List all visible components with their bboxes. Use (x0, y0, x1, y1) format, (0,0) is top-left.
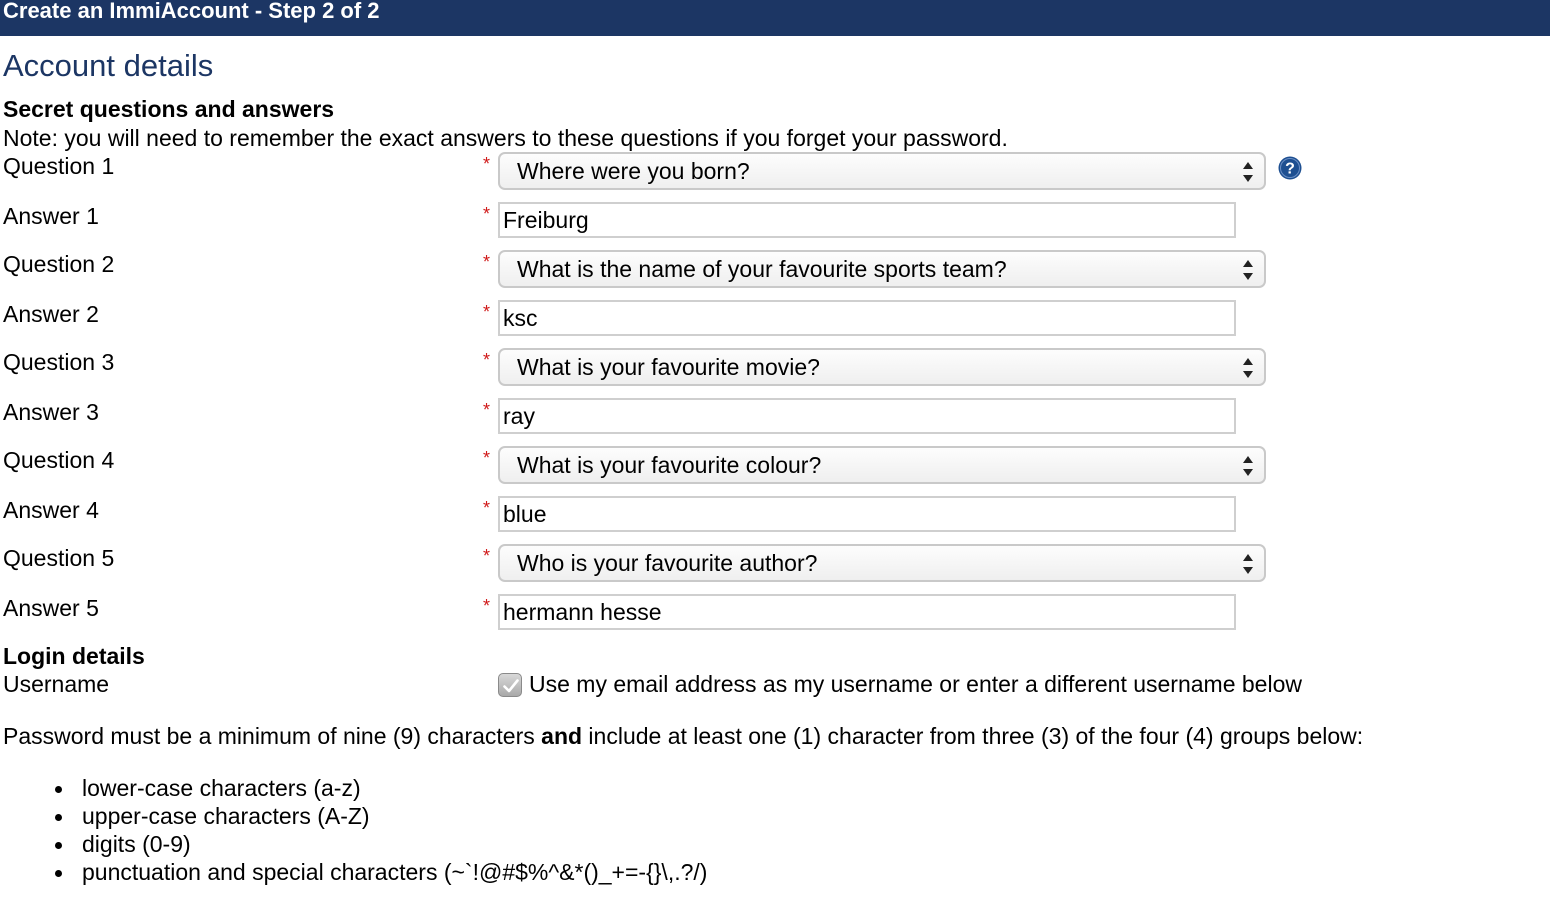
section-title: Account details (3, 48, 214, 83)
question-1-selected-value: Where were you born? (517, 158, 750, 184)
required-marker: * (483, 596, 491, 616)
list-item: lower-case characters (a-z) (52, 774, 707, 802)
use-email-checkbox[interactable] (498, 673, 522, 697)
secret-questions-heading: Secret questions and answers (3, 96, 335, 122)
question-1-label: Question 1 (3, 153, 115, 179)
up-down-arrows-icon (1242, 257, 1254, 281)
checkmark-icon (503, 679, 519, 693)
required-marker: * (483, 498, 491, 518)
required-marker: * (483, 400, 491, 420)
login-details-heading: Login details (3, 643, 145, 669)
up-down-arrows-icon (1242, 159, 1254, 183)
answer-4-input[interactable]: blue (498, 496, 1236, 532)
answer-1-label: Answer 1 (3, 203, 99, 229)
question-5-select[interactable]: Who is your favourite author? (498, 544, 1266, 582)
question-3-select[interactable]: What is your favourite movie? (498, 348, 1266, 386)
question-4-select[interactable]: What is your favourite colour? (498, 446, 1266, 484)
password-rule-after: include at least one (1) character from … (582, 723, 1364, 749)
question-1-select[interactable]: Where were you born? (498, 152, 1266, 190)
answer-2-input[interactable]: ksc (498, 300, 1236, 336)
question-2-select[interactable]: What is the name of your favourite sport… (498, 250, 1266, 288)
answer-5-input[interactable]: hermann hesse (498, 594, 1236, 630)
question-2-label: Question 2 (3, 251, 115, 277)
secret-questions-note: Note: you will need to remember the exac… (3, 125, 1008, 151)
required-marker: * (483, 546, 491, 566)
bullet-icon (55, 870, 62, 877)
password-rule-bold: and (541, 723, 583, 749)
question-5-selected-value: Who is your favourite author? (517, 550, 818, 576)
required-marker: * (483, 204, 491, 224)
required-marker: * (483, 448, 491, 468)
answer-1-input[interactable]: Freiburg (498, 202, 1236, 238)
question-3-selected-value: What is your favourite movie? (517, 354, 820, 380)
password-group-text: punctuation and special characters (~`!@… (82, 859, 708, 885)
password-groups-list: lower-case characters (a-z) upper-case c… (52, 774, 707, 886)
question-2-selected-value: What is the name of your favourite sport… (517, 256, 1007, 282)
up-down-arrows-icon (1242, 551, 1254, 575)
bullet-icon (55, 786, 62, 793)
required-marker: * (483, 302, 491, 322)
page-header-title: Create an ImmiAccount - Step 2 of 2 (3, 0, 380, 23)
use-email-checkbox-label[interactable]: Use my email address as my username or e… (529, 670, 1302, 698)
password-rule-before: Password must be a minimum of nine (9) c… (3, 723, 542, 749)
answer-2-label: Answer 2 (3, 301, 99, 327)
password-group-text: lower-case characters (a-z) (82, 775, 361, 801)
answer-5-label: Answer 5 (3, 595, 99, 621)
question-3-label: Question 3 (3, 349, 115, 375)
svg-text:?: ? (1285, 161, 1295, 178)
bullet-icon (55, 814, 62, 821)
password-group-text: upper-case characters (A-Z) (82, 803, 370, 829)
question-4-label: Question 4 (3, 447, 115, 473)
password-rule-text: Password must be a minimum of nine (9) c… (3, 722, 1363, 750)
answer-4-label: Answer 4 (3, 497, 99, 523)
answer-3-label: Answer 3 (3, 399, 99, 425)
list-item: punctuation and special characters (~`!@… (52, 858, 707, 886)
username-label: Username (3, 671, 110, 697)
required-marker: * (483, 154, 491, 174)
up-down-arrows-icon (1242, 453, 1254, 477)
password-group-text: digits (0-9) (82, 831, 191, 857)
bullet-icon (55, 842, 62, 849)
page-header-bar: Create an ImmiAccount - Step 2 of 2 (0, 0, 1550, 36)
list-item: digits (0-9) (52, 830, 707, 858)
question-5-label: Question 5 (3, 545, 115, 571)
question-4-selected-value: What is your favourite colour? (517, 452, 822, 478)
answer-3-input[interactable]: ray (498, 398, 1236, 434)
up-down-arrows-icon (1242, 355, 1254, 379)
list-item: upper-case characters (A-Z) (52, 802, 707, 830)
required-marker: * (483, 350, 491, 370)
required-marker: * (483, 252, 491, 272)
help-question-circle-icon[interactable]: ? (1278, 156, 1302, 180)
